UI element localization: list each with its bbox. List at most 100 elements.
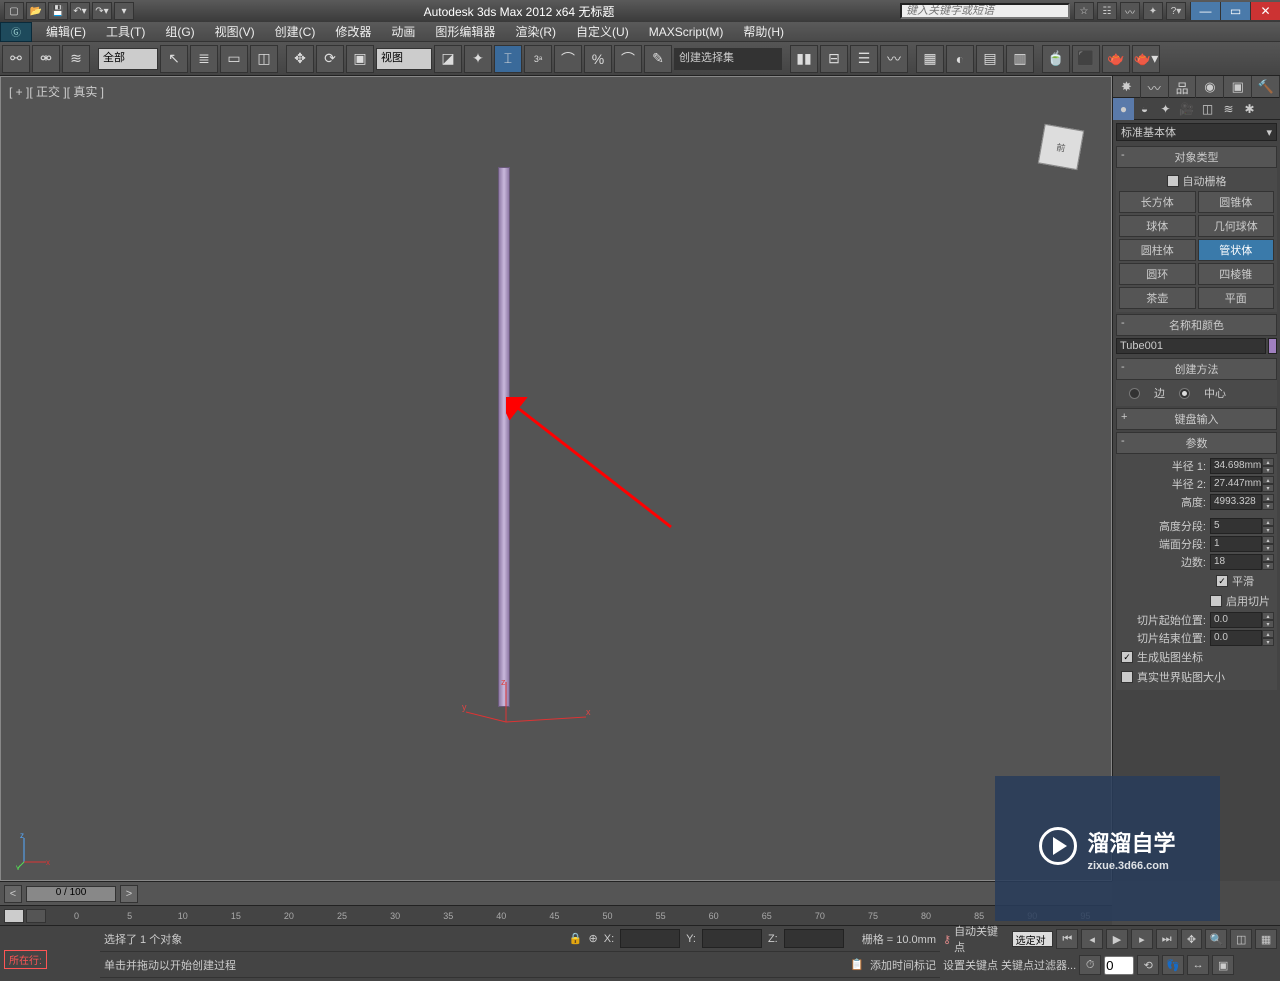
keymode-combo[interactable]: 选定对	[1012, 931, 1054, 947]
named-selset-combo[interactable]: 创建选择集	[674, 48, 782, 70]
render-iter-icon[interactable]: ⬛	[1072, 45, 1100, 73]
menu-group[interactable]: 组(G)	[155, 21, 204, 42]
radius2-spinner[interactable]: 27.447mm▴▾	[1210, 476, 1274, 492]
tab-utilities-icon[interactable]: 🔨	[1252, 76, 1280, 98]
subtab-systems-icon[interactable]: ✱	[1239, 98, 1260, 120]
bind-spacewarp-icon[interactable]: ≋	[62, 45, 90, 73]
rollout-keyboard-entry[interactable]: +键盘输入	[1116, 408, 1277, 430]
timeslider-next-icon[interactable]: >	[120, 885, 138, 903]
trackbar[interactable]: 0 5 10 15 20 25 30 35 40 45 50 55 60 65 …	[0, 905, 1112, 925]
key-icon[interactable]: ⚷	[943, 933, 951, 946]
viewcube-face[interactable]: 前	[1038, 124, 1084, 170]
slicefrom-spinner[interactable]: 0.0▴▾	[1210, 612, 1274, 628]
menu-grapheditors[interactable]: 图形编辑器	[425, 21, 505, 42]
coord-mode-icon[interactable]: ⊕	[589, 932, 598, 945]
save-icon[interactable]: 💾	[48, 2, 68, 20]
render-setup-icon[interactable]: ▤	[976, 45, 1004, 73]
redo-icon[interactable]: ↷▾	[92, 2, 112, 20]
prim-torus-button[interactable]: 圆环	[1119, 263, 1196, 285]
tab-create-icon[interactable]: ✸	[1113, 76, 1141, 98]
star-icon[interactable]: ✦	[1143, 2, 1163, 20]
unlink-icon[interactable]: ⚮	[32, 45, 60, 73]
genmap-checkbox[interactable]: ✓	[1121, 651, 1133, 663]
nav-maxtoggle-icon[interactable]: ▣	[1212, 955, 1234, 975]
move-icon[interactable]: ✥	[286, 45, 314, 73]
mirror-icon[interactable]: ▮▮	[790, 45, 818, 73]
subtab-shapes-icon[interactable]: ◒	[1134, 98, 1155, 120]
setkey-button[interactable]: 设置关键点	[943, 957, 998, 973]
toolbox-icon[interactable]: ☷	[1097, 2, 1117, 20]
subtab-geometry-icon[interactable]: ●	[1113, 98, 1134, 120]
menu-edit[interactable]: 编辑(E)	[36, 21, 96, 42]
subtab-helpers-icon[interactable]: ◫	[1197, 98, 1218, 120]
timeslider-thumb[interactable]: 0 / 100	[26, 886, 116, 902]
sliceto-spinner[interactable]: 0.0▴▾	[1210, 630, 1274, 646]
schematic-icon[interactable]: ▦	[916, 45, 944, 73]
lock-icon[interactable]: 🔒	[569, 932, 583, 945]
app-menu-icon[interactable]: Ⓖ	[0, 22, 32, 42]
render-fb-icon[interactable]: ▥	[1006, 45, 1034, 73]
rollout-object-type[interactable]: -对象类型	[1116, 146, 1277, 168]
open-icon[interactable]: 📂	[26, 2, 46, 20]
menu-maxscript[interactable]: MAXScript(M)	[639, 23, 734, 41]
subtab-spacewarps-icon[interactable]: ≋	[1218, 98, 1239, 120]
x-field[interactable]	[620, 929, 680, 948]
menu-customize[interactable]: 自定义(U)	[566, 21, 639, 42]
nav-walk-icon[interactable]: 👣	[1162, 955, 1184, 975]
undo-icon[interactable]: ↶▾	[70, 2, 90, 20]
timeconfig-icon[interactable]: ⏱	[1079, 955, 1101, 975]
tab-display-icon[interactable]: ▣	[1224, 76, 1252, 98]
keyfilter-combo[interactable]: 关键点过滤器...	[1001, 957, 1076, 973]
pivot-icon[interactable]: ◪	[434, 45, 462, 73]
prim-tube-button[interactable]: 管状体	[1198, 239, 1275, 261]
trackbar-toggle-icon[interactable]	[4, 909, 24, 923]
rollout-name-color[interactable]: -名称和颜色	[1116, 314, 1277, 336]
autogrid-checkbox[interactable]: 自动栅格	[1119, 171, 1274, 191]
sides-spinner[interactable]: 18▴▾	[1210, 554, 1274, 570]
select-icon[interactable]: ↖	[160, 45, 188, 73]
current-frame-field[interactable]	[1104, 956, 1134, 975]
play-icon[interactable]: ▶	[1106, 929, 1128, 949]
rollout-parameters[interactable]: -参数	[1116, 432, 1277, 454]
render-last-icon[interactable]: 🫖▾	[1132, 45, 1160, 73]
material-editor-icon[interactable]: ◐	[946, 45, 974, 73]
script-listener-icon[interactable]: 📋	[850, 958, 864, 971]
time-slider[interactable]: < 0 / 100 >	[0, 881, 1112, 905]
radius1-spinner[interactable]: 34.698mm▴▾	[1210, 458, 1274, 474]
curve-icon[interactable]: 〰	[1120, 2, 1140, 20]
radio-center[interactable]	[1179, 388, 1190, 399]
edit-named-sel-icon[interactable]: ✎	[644, 45, 672, 73]
scale-icon[interactable]: ▣	[346, 45, 374, 73]
heightseg-spinner[interactable]: 5▴▾	[1210, 518, 1274, 534]
prim-cylinder-button[interactable]: 圆柱体	[1119, 239, 1196, 261]
minimize-button[interactable]: —	[1190, 2, 1220, 20]
window-crossing-icon[interactable]: ◫	[250, 45, 278, 73]
tab-hierarchy-icon[interactable]: 品	[1169, 76, 1197, 98]
percent-snap-icon[interactable]: %	[584, 45, 612, 73]
nav-fov-icon[interactable]: ◫	[1230, 929, 1252, 949]
snap-toggle-icon[interactable]: ⌶	[494, 45, 522, 73]
spinner-snap-icon[interactable]: ⌒	[614, 45, 642, 73]
nav-orbit-icon[interactable]: ⟲	[1137, 955, 1159, 975]
z-field[interactable]	[784, 929, 844, 948]
realworld-checkbox[interactable]	[1121, 671, 1133, 683]
y-field[interactable]	[702, 929, 762, 948]
menu-rendering[interactable]: 渲染(R)	[505, 21, 566, 42]
select-name-icon[interactable]: ≣	[190, 45, 218, 73]
selection-filter-combo[interactable]: 全部	[98, 48, 158, 70]
prim-box-button[interactable]: 长方体	[1119, 191, 1196, 213]
help-search-input[interactable]	[900, 3, 1070, 19]
menu-create[interactable]: 创建(C)	[265, 21, 326, 42]
capseg-spinner[interactable]: 1▴▾	[1210, 536, 1274, 552]
curve-editor-icon[interactable]: 〰	[880, 45, 908, 73]
object-name-input[interactable]	[1116, 338, 1266, 354]
qat-more-icon[interactable]: ▾	[114, 2, 134, 20]
timeslider-prev-icon[interactable]: <	[4, 885, 22, 903]
subtab-cameras-icon[interactable]: 🎥	[1176, 98, 1197, 120]
ref-coord-combo[interactable]: 视图	[376, 48, 432, 70]
prim-plane-button[interactable]: 平面	[1198, 287, 1275, 309]
close-button[interactable]: ✕	[1250, 2, 1280, 20]
new-icon[interactable]: ▢	[4, 2, 24, 20]
menu-tools[interactable]: 工具(T)	[96, 21, 155, 42]
link-icon[interactable]: ⚯	[2, 45, 30, 73]
